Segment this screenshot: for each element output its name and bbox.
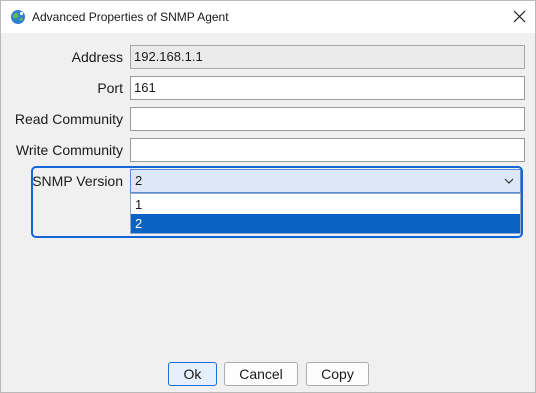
address-label: Address — [71, 49, 123, 65]
snmp-version-label: SNMP Version — [32, 173, 123, 189]
cancel-button[interactable]: Cancel — [224, 362, 298, 386]
read-community-field[interactable] — [130, 107, 525, 131]
port-field[interactable]: 161 — [130, 76, 525, 100]
dialog-window: Advanced Properties of SNMP Agent Addres… — [0, 0, 536, 393]
read-community-label: Read Community — [14, 111, 123, 127]
close-button[interactable] — [503, 1, 535, 32]
port-label: Port — [97, 80, 123, 96]
snmp-version-select[interactable]: 2 — [130, 169, 521, 193]
write-community-label: Write Community — [15, 142, 123, 158]
copy-button[interactable]: Copy — [306, 362, 369, 386]
window-title: Advanced Properties of SNMP Agent — [32, 10, 229, 24]
dropdown-option-2[interactable]: 2 — [131, 214, 520, 233]
address-field[interactable]: 192.168.1.1 — [130, 45, 525, 69]
ok-button[interactable]: Ok — [168, 362, 217, 386]
snmp-version-selected-value: 2 — [135, 173, 143, 188]
write-community-field[interactable] — [130, 138, 525, 162]
network-globe-icon — [10, 9, 26, 25]
chevron-down-icon — [504, 178, 514, 184]
dropdown-option-1[interactable]: 1 — [131, 195, 520, 214]
close-icon — [513, 10, 525, 23]
snmp-version-dropdown-list: 1 2 — [130, 193, 521, 234]
title-bar: Advanced Properties of SNMP Agent — [1, 1, 535, 33]
